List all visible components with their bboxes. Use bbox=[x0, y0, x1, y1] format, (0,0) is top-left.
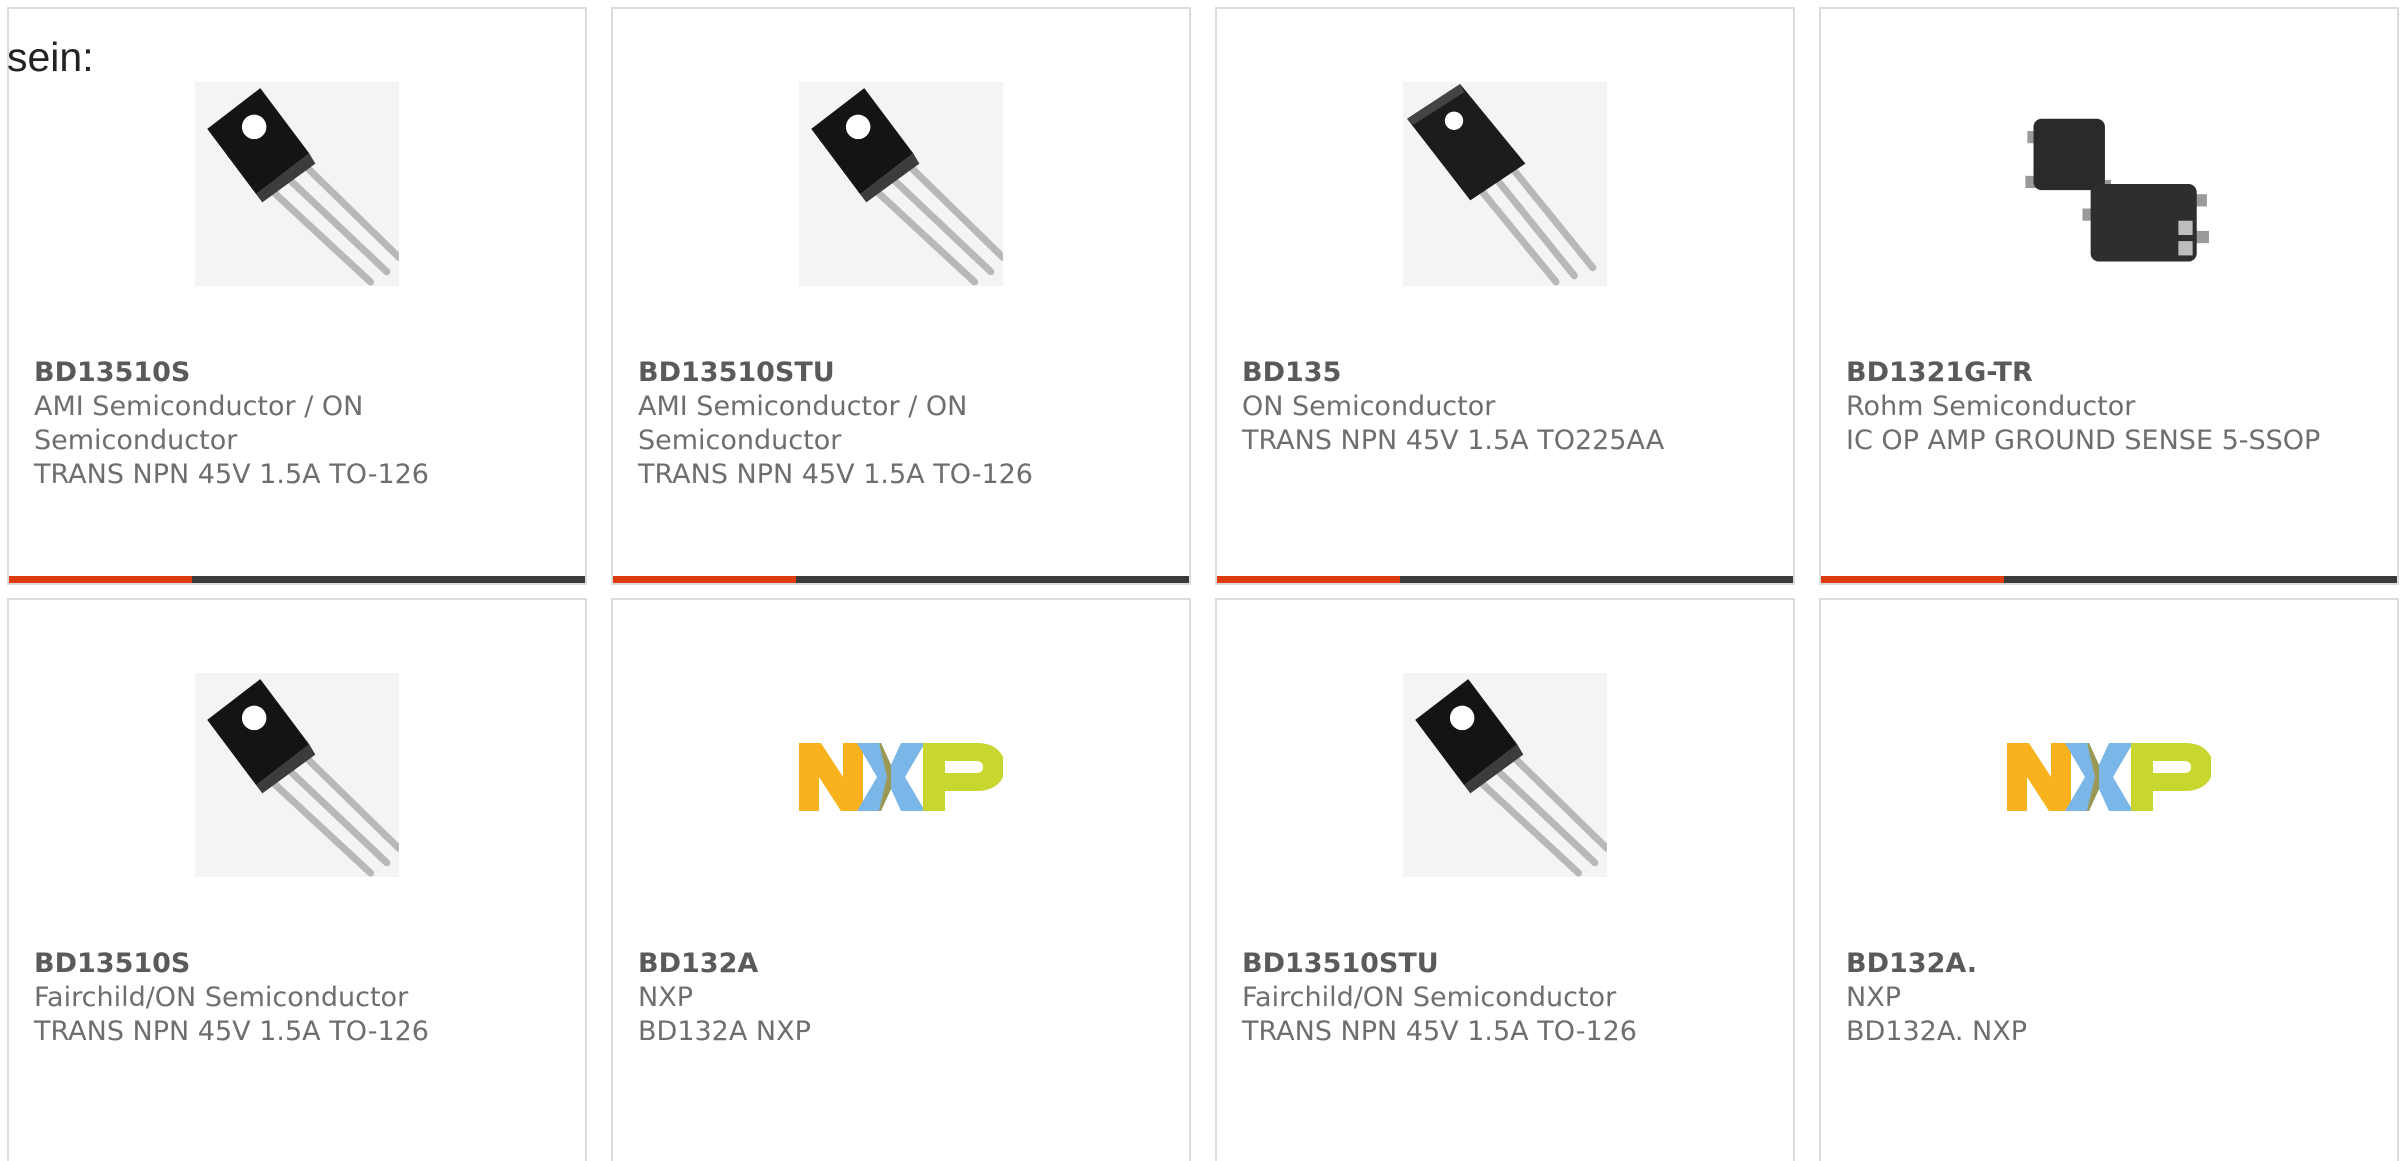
product-image[interactable] bbox=[195, 673, 399, 877]
product-image[interactable] bbox=[1403, 82, 1607, 286]
part-number[interactable]: BD135 bbox=[1242, 356, 1772, 390]
card-accent-bar bbox=[9, 576, 585, 583]
product-description: IC OP AMP GROUND SENSE 5-SSOP bbox=[1846, 425, 2321, 456]
product-image[interactable] bbox=[2007, 673, 2211, 877]
manufacturer: Fairchild/ON Semiconductor bbox=[1242, 982, 1617, 1013]
card-accent-highlight bbox=[613, 576, 796, 583]
product-info: BD132A. NXP BD132A. NXP bbox=[1846, 947, 2376, 1049]
product-card[interactable]: BD13510S Fairchild/ON Semiconductor TRANS … bbox=[7, 598, 587, 1161]
product-image[interactable] bbox=[195, 82, 399, 286]
manufacturer: AMI Semiconductor / ON Semiconductor bbox=[638, 391, 968, 456]
product-card[interactable]: BD132A. NXP BD132A. NXP bbox=[1819, 598, 2399, 1161]
product-description: BD132A. NXP bbox=[1846, 1016, 2027, 1047]
part-number[interactable]: BD13510STU bbox=[1242, 947, 1772, 981]
card-accent-highlight bbox=[1217, 576, 1400, 583]
product-description: TRANS NPN 45V 1.5A TO-126 bbox=[638, 459, 1033, 490]
product-card[interactable]: BD1321G-TR Rohm Semiconductor IC OP AMP GR… bbox=[1819, 7, 2399, 585]
product-info: BD13510STU AMI Semiconductor / ON Semicon… bbox=[638, 356, 1168, 492]
product-info: BD1321G-TR Rohm Semiconductor IC OP AMP GR… bbox=[1846, 356, 2376, 458]
product-card[interactable]: BD13510S AMI Semiconductor / ON Semicondu… bbox=[7, 7, 587, 585]
ssop-chip-icon bbox=[2007, 82, 2211, 286]
product-info: BD13510STU Fairchild/ON Semiconductor TRAN… bbox=[1242, 947, 1772, 1049]
part-number[interactable]: BD132A. bbox=[1846, 947, 2376, 981]
intro-text: sein: bbox=[7, 34, 94, 80]
product-description: TRANS NPN 45V 1.5A TO-126 bbox=[34, 1016, 429, 1047]
part-number[interactable]: BD13510S bbox=[34, 356, 564, 390]
product-description: BD132A NXP bbox=[638, 1016, 811, 1047]
part-number[interactable]: BD13510S bbox=[34, 947, 564, 981]
manufacturer: ON Semiconductor bbox=[1242, 391, 1496, 422]
product-image[interactable] bbox=[799, 82, 1003, 286]
product-card[interactable]: BD13510STU AMI Semiconductor / ON Semicon… bbox=[611, 7, 1191, 585]
part-number[interactable]: BD1321G-TR bbox=[1846, 356, 2376, 390]
product-info: BD13510S AMI Semiconductor / ON Semicondu… bbox=[34, 356, 564, 492]
product-grid-page: sein: BD13510S AMI Semiconductor / ON Sem… bbox=[0, 0, 2400, 1161]
product-card[interactable]: BD13510STU Fairchild/ON Semiconductor TRAN… bbox=[1215, 598, 1795, 1161]
card-accent-highlight bbox=[1821, 576, 2004, 583]
product-info: BD135 ON Semiconductor TRANS NPN 45V 1.5A … bbox=[1242, 356, 1772, 458]
manufacturer: Fairchild/ON Semiconductor bbox=[34, 982, 409, 1013]
to126-transistor-icon bbox=[799, 82, 1003, 286]
card-accent-highlight bbox=[9, 576, 192, 583]
manufacturer: NXP bbox=[638, 982, 693, 1013]
nxp-logo bbox=[799, 673, 1003, 877]
product-image[interactable] bbox=[1403, 673, 1607, 877]
product-description: TRANS NPN 45V 1.5A TO225AA bbox=[1242, 425, 1665, 456]
product-image[interactable] bbox=[799, 673, 1003, 877]
manufacturer: NXP bbox=[1846, 982, 1901, 1013]
product-card[interactable]: BD135 ON Semiconductor TRANS NPN 45V 1.5A … bbox=[1215, 7, 1795, 585]
card-accent-bar bbox=[1217, 576, 1793, 583]
product-card[interactable]: BD132A NXP BD132A NXP bbox=[611, 598, 1191, 1161]
product-image[interactable] bbox=[2007, 82, 2211, 286]
to225-transistor-icon bbox=[1403, 82, 1607, 286]
manufacturer: AMI Semiconductor / ON Semiconductor bbox=[34, 391, 364, 456]
product-info: BD13510S Fairchild/ON Semiconductor TRANS … bbox=[34, 947, 564, 1049]
part-number[interactable]: BD132A bbox=[638, 947, 1168, 981]
product-description: TRANS NPN 45V 1.5A TO-126 bbox=[1242, 1016, 1637, 1047]
to126-transistor-icon bbox=[195, 673, 399, 877]
part-number[interactable]: BD13510STU bbox=[638, 356, 1168, 390]
manufacturer: Rohm Semiconductor bbox=[1846, 391, 2136, 422]
product-description: TRANS NPN 45V 1.5A TO-126 bbox=[34, 459, 429, 490]
nxp-logo bbox=[2007, 673, 2211, 877]
to126-transistor-icon bbox=[1403, 673, 1607, 877]
to126-transistor-icon bbox=[195, 82, 399, 286]
card-accent-bar bbox=[613, 576, 1189, 583]
product-info: BD132A NXP BD132A NXP bbox=[638, 947, 1168, 1049]
card-accent-bar bbox=[1821, 576, 2397, 583]
